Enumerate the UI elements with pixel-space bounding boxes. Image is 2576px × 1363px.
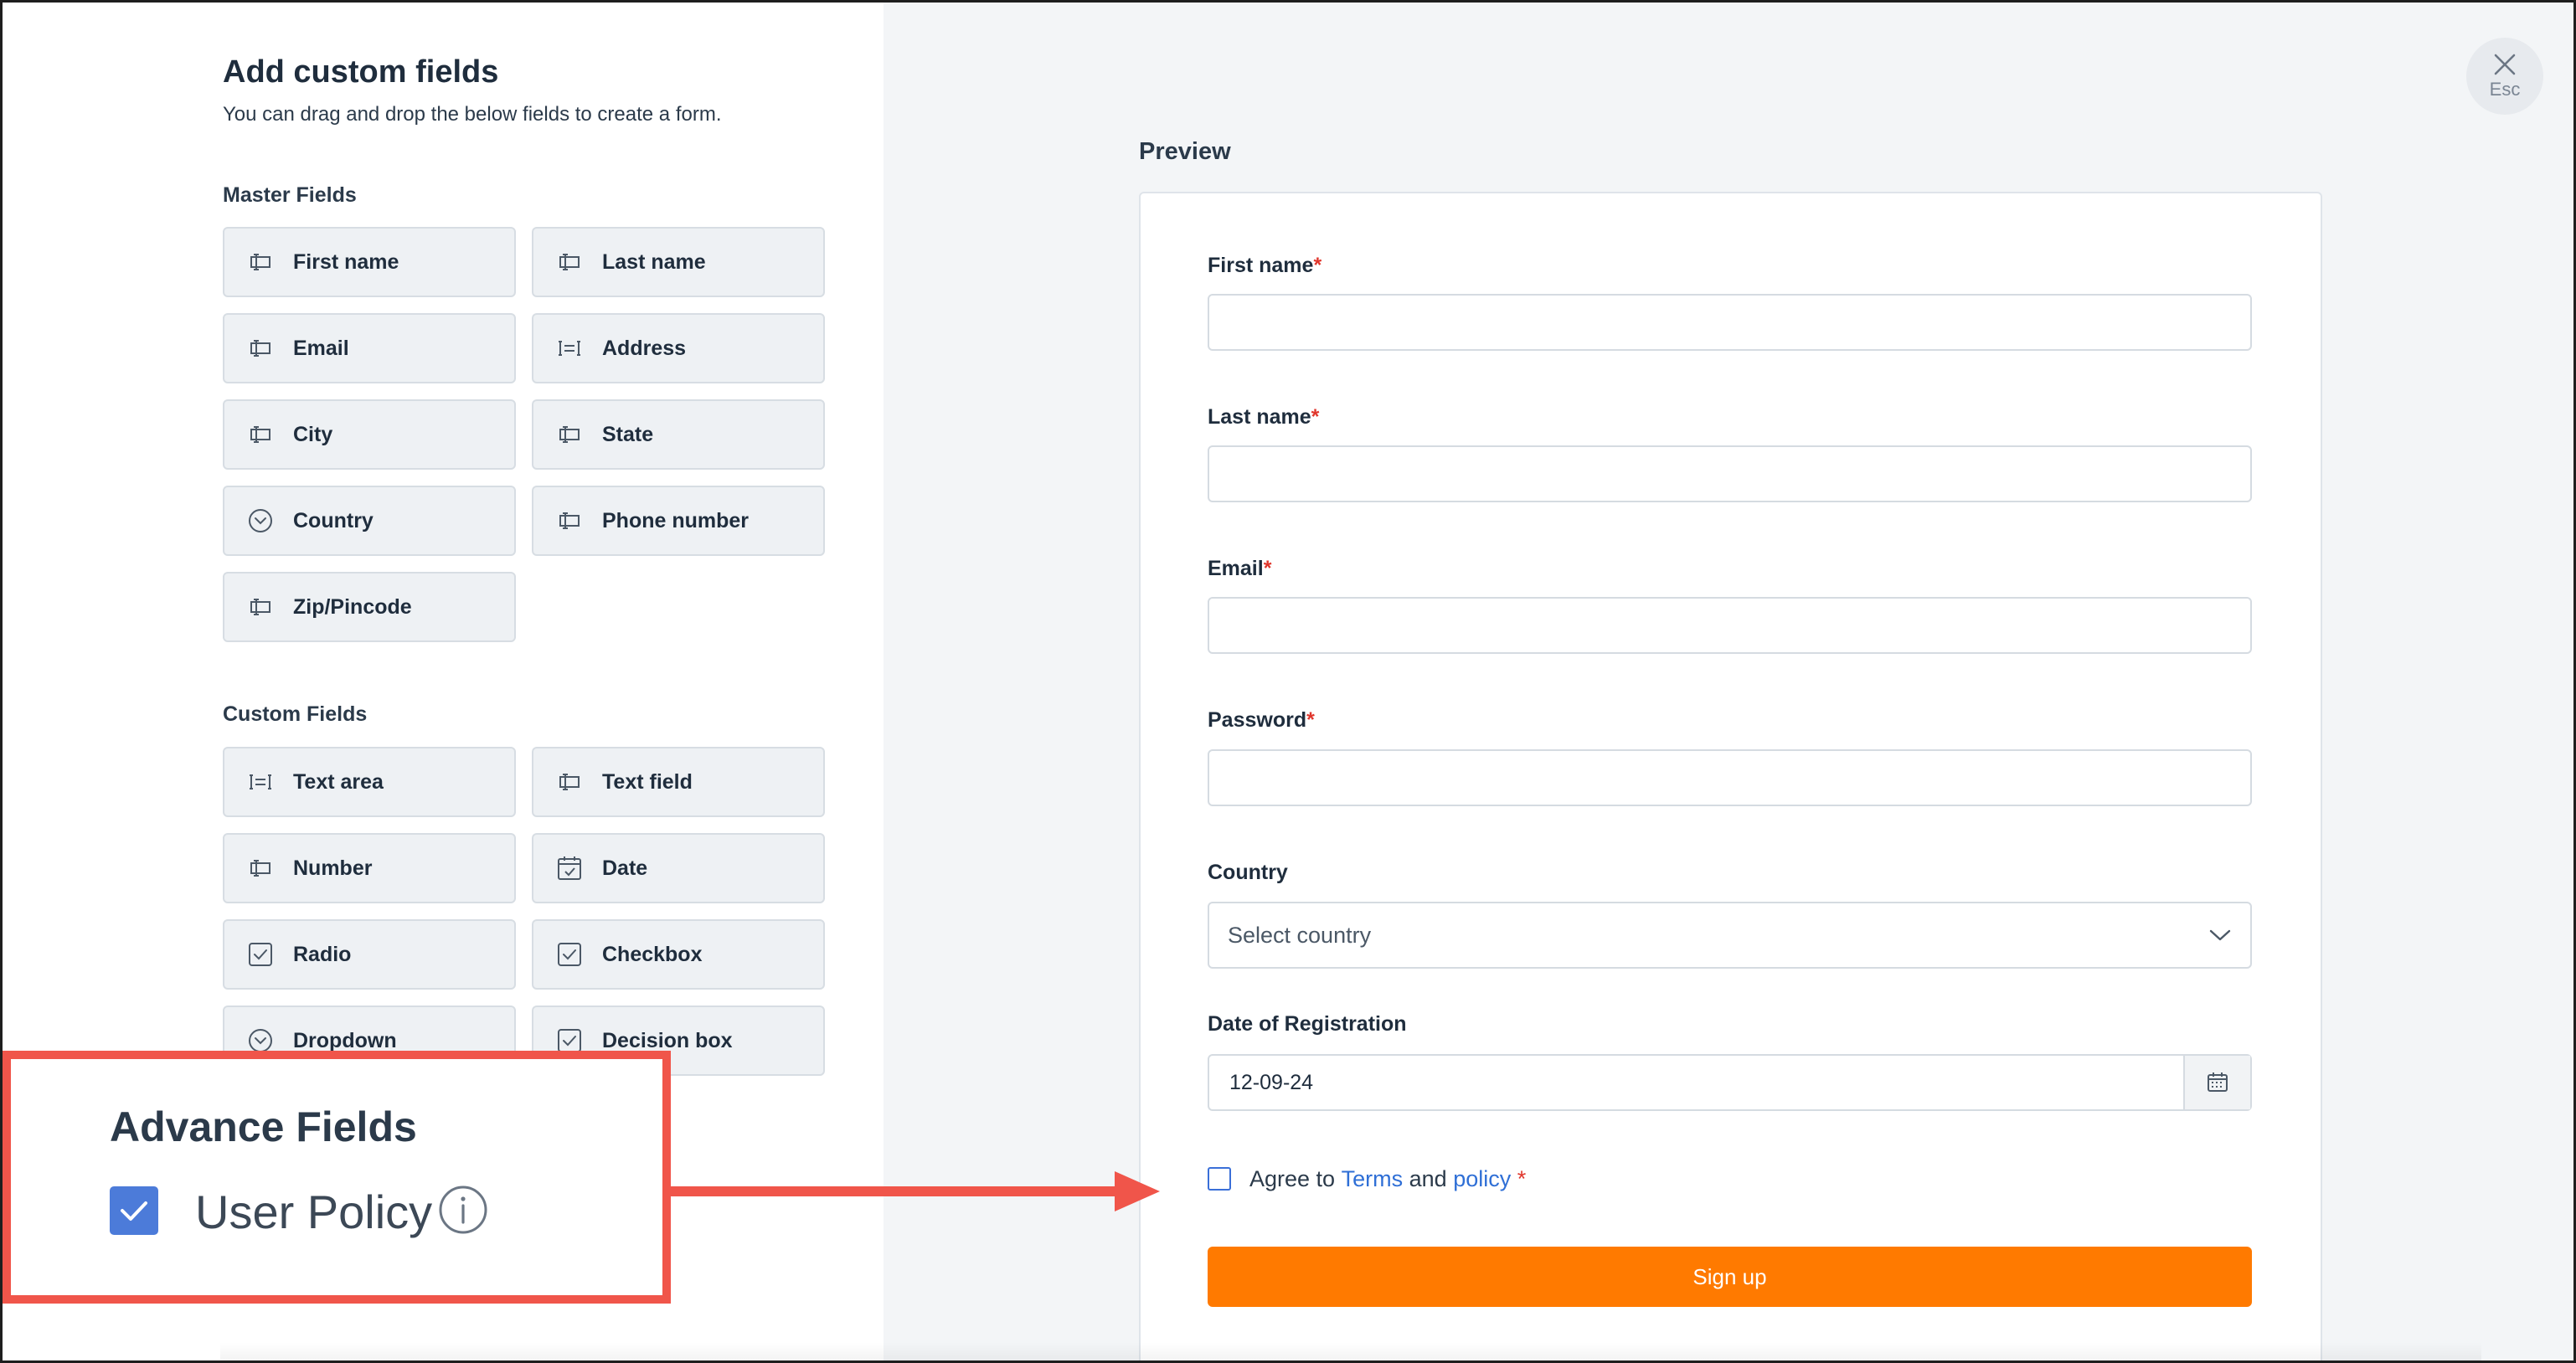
esc-label: Esc [2489,79,2521,100]
calendar-icon [555,854,584,882]
agree-checkbox[interactable] [1208,1167,1231,1191]
advance-fields-callout: Advance Fields User Policy [3,1051,671,1304]
close-icon [2494,54,2516,75]
sign-up-button[interactable]: Sign up [1208,1247,2252,1307]
custom-fields-heading: Custom Fields [223,702,368,726]
text-input-icon [555,768,584,796]
password-input[interactable] [1208,749,2252,806]
first-name-input[interactable] [1208,294,2252,351]
field-label: Radio [293,942,352,966]
country-placeholder: Select country [1228,922,1372,948]
field-label: Zip/Pincode [293,594,412,619]
field-email[interactable]: Email [223,313,516,383]
field-label: Text field [602,769,693,794]
callout-arrow [671,1171,1160,1211]
page-title: Add custom fields [223,54,499,90]
chevron-down-icon [2209,929,2231,941]
checkmark-icon [121,1201,147,1221]
field-last-name[interactable]: Last name [532,227,825,297]
close-button[interactable]: Esc [2466,38,2543,115]
info-icon[interactable] [438,1185,488,1235]
text-input-icon [246,248,275,276]
field-city[interactable]: City [223,399,516,470]
text-input-icon [555,248,584,276]
field-label: Text area [293,769,384,794]
textarea-icon [246,768,275,796]
field-label: Address [602,336,687,360]
calendar-icon [2208,1072,2228,1092]
field-text-area[interactable]: Text area [223,747,516,817]
first-name-label: First name* [1208,254,1322,277]
text-input-icon [555,420,584,449]
field-number[interactable]: Number [223,833,516,903]
field-label: Country [293,508,374,532]
callout-title: Advance Fields [110,1103,417,1150]
last-name-label: Last name* [1208,405,1320,429]
field-state[interactable]: State [532,399,825,470]
user-policy-checkbox[interactable] [110,1186,158,1235]
text-input-icon [246,420,275,449]
field-zip-pincode[interactable]: Zip/Pincode [223,572,516,642]
last-name-input[interactable] [1208,445,2252,502]
text-input-icon [246,854,275,882]
terms-link[interactable]: Terms [1342,1166,1404,1192]
date-value: 12-09-24 [1229,1070,1314,1094]
text-input-icon [246,593,275,621]
field-label: Number [293,856,373,880]
text-input-icon [246,334,275,363]
field-country[interactable]: Country [223,486,516,556]
field-label: Dropdown [293,1028,397,1052]
checkbox-icon [246,940,275,969]
field-label: State [602,422,654,446]
field-label: Date [602,856,648,880]
country-select[interactable]: Select country [1208,902,2252,969]
country-label: Country [1208,861,1288,884]
field-checkbox[interactable]: Checkbox [532,919,825,990]
field-label: Last name [602,249,706,274]
field-label: City [293,422,333,446]
bottom-shadow [220,1342,2481,1360]
field-label: Checkbox [602,942,703,966]
email-input[interactable] [1208,597,2252,654]
field-label: Email [293,336,349,360]
policy-link[interactable]: policy [1453,1166,1511,1192]
text-input-icon [555,507,584,535]
field-label: Phone number [602,508,750,532]
textarea-icon [555,334,584,363]
field-label: Decision box [602,1028,733,1052]
password-label: Password* [1208,708,1315,732]
agree-terms-row: Agree to Terms and policy * [1208,1165,1526,1193]
date-label: Date of Registration [1208,1012,1407,1036]
field-text-field[interactable]: Text field [532,747,825,817]
field-date[interactable]: Date [532,833,825,903]
dropdown-circle-icon [246,507,275,535]
date-input[interactable]: 12-09-24 [1208,1054,2252,1111]
field-first-name[interactable]: First name [223,227,516,297]
date-picker-button[interactable] [2183,1056,2250,1109]
user-policy-label: User Policy [195,1186,433,1238]
page-subtitle: You can drag and drop the below fields t… [223,103,722,126]
checkbox-icon [555,940,584,969]
screen: Add custom fields You can drag and drop … [0,0,2576,1363]
master-fields-heading: Master Fields [223,183,357,207]
field-address[interactable]: Address [532,313,825,383]
field-label: First name [293,249,399,274]
field-phone-number[interactable]: Phone number [532,486,825,556]
email-label: Email* [1208,557,1272,580]
preview-title: Preview [1139,138,1231,165]
field-radio[interactable]: Radio [223,919,516,990]
